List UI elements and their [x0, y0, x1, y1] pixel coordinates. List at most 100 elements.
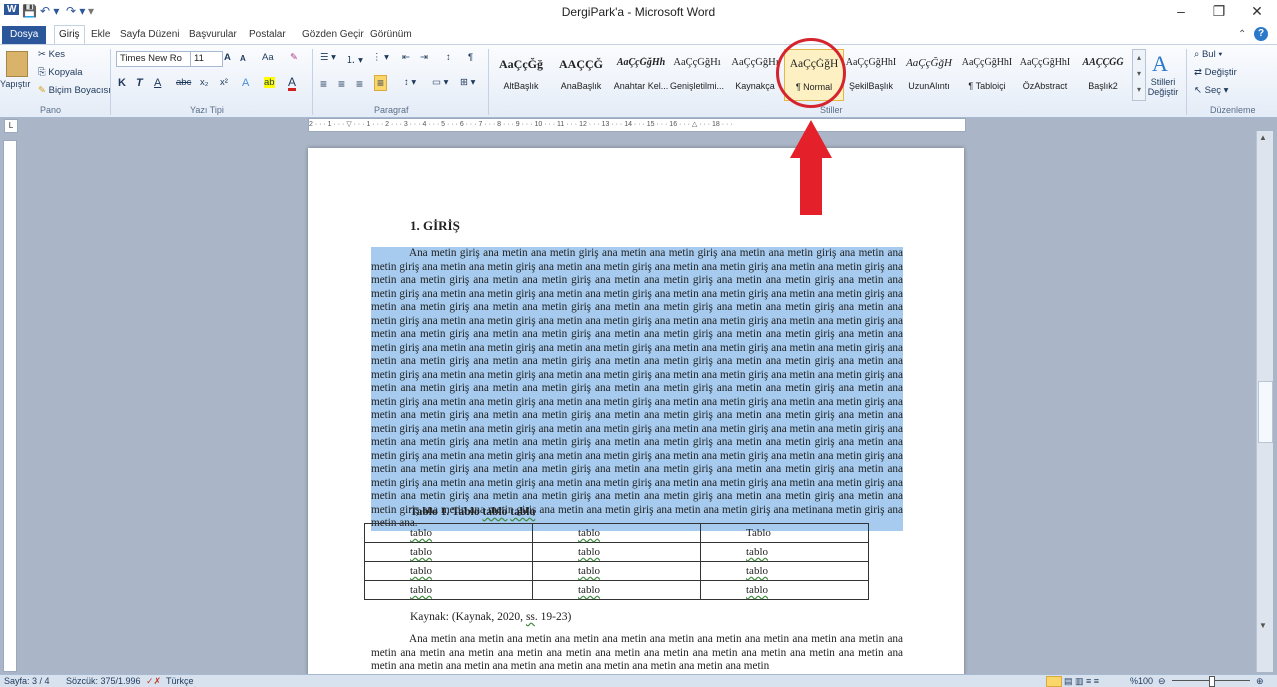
selected-paragraph[interactable]: Ana metin giriş ana metin ana metin giri… — [371, 247, 903, 531]
restore-button[interactable]: ❐ — [1204, 3, 1234, 23]
table-cell[interactable]: tablo — [532, 542, 701, 562]
zoom-slider-thumb[interactable] — [1209, 676, 1215, 687]
table-cell[interactable]: tablo — [532, 523, 701, 543]
view-mode-icons[interactable]: ▤ ▥ ≡ ≡ — [1064, 675, 1099, 687]
tab-ekle[interactable]: Ekle — [87, 26, 114, 44]
document-page[interactable]: 1. GİRİŞ Ana metin giriş ana metin ana m… — [308, 148, 964, 678]
shrink-font-icon[interactable]: A — [240, 54, 246, 63]
line-spacing-icon[interactable]: ↕ ▾ — [404, 77, 416, 88]
style-ozabstract[interactable]: AaÇçĞğHhI ÖzAbstract — [1016, 49, 1074, 99]
font-color-icon[interactable]: A — [288, 75, 296, 89]
horizontal-ruler[interactable]: 2 · · · 1 · · · ▽ · · · 1 · · · 2 · · · … — [308, 118, 966, 132]
table-cell[interactable]: tablo — [364, 523, 533, 543]
caption-word: tablo — [510, 506, 536, 518]
style-anabaslik[interactable]: AAÇÇĞ AnaBaşlık — [552, 49, 610, 99]
print-layout-icon[interactable] — [1046, 676, 1062, 687]
replace-button[interactable]: ⇄ Değiştir — [1194, 67, 1237, 78]
underline-icon[interactable]: A — [154, 77, 161, 89]
style-uzunalinti[interactable]: AaÇçĞğH UzunAlıntı — [900, 49, 958, 99]
font-family-select[interactable]: Times New Ro — [116, 51, 191, 67]
style-altbaslik[interactable]: AaÇçĞğ AltBaşlık — [492, 49, 550, 99]
align-center-icon[interactable]: ≡ — [338, 77, 345, 91]
scroll-up-icon[interactable]: ▲ — [1259, 133, 1267, 142]
pilcrow-icon[interactable]: ¶ — [468, 52, 473, 63]
table-cell[interactable]: tablo — [532, 561, 701, 581]
change-styles-icon[interactable]: A — [1152, 51, 1168, 77]
sort-icon[interactable]: ↕ — [446, 52, 451, 63]
zoom-in-icon[interactable]: ⊕ — [1256, 675, 1264, 687]
bullets-icon[interactable]: ☰ ▾ — [320, 52, 336, 63]
close-button[interactable]: ✕ — [1242, 3, 1272, 23]
align-left-icon[interactable]: ≡ — [320, 77, 327, 91]
table-cell[interactable]: Tablo — [700, 523, 869, 543]
table-cell[interactable]: tablo — [700, 580, 869, 600]
table-source[interactable]: Kaynak: (Kaynak, 2020, ss. 19-23) — [410, 611, 571, 623]
word-count[interactable]: Sözcük: 375/1.996 — [66, 675, 141, 687]
style-genisletilmis[interactable]: AaÇçĞğHı Genişletilmi... — [668, 49, 726, 99]
tab-sayfa-duzeni[interactable]: Sayfa Düzeni — [116, 26, 183, 44]
scroll-down-icon[interactable]: ▼ — [1259, 621, 1267, 630]
style-anahtar-kel[interactable]: AaÇçĞğHh Anahtar Kel... — [612, 49, 670, 99]
table-cell[interactable]: tablo — [700, 561, 869, 581]
vertical-scrollbar[interactable]: ▲ ▼ — [1256, 131, 1273, 672]
decrease-indent-icon[interactable]: ⇤ — [402, 52, 410, 63]
tab-gorunum[interactable]: Görünüm — [366, 26, 416, 44]
font-size-select[interactable]: 11 — [190, 51, 223, 67]
find-button[interactable]: ⌕ Bul ▾ — [1194, 49, 1222, 60]
body-paragraph[interactable]: Ana metin ana metin ana metin ana metin … — [371, 633, 903, 674]
increase-indent-icon[interactable]: ⇥ — [420, 52, 428, 63]
tab-giris[interactable]: Giriş — [54, 25, 85, 44]
vertical-ruler[interactable] — [3, 140, 17, 672]
language[interactable]: Türkçe — [166, 675, 194, 687]
tab-selector[interactable]: L — [4, 119, 18, 133]
table-caption[interactable]: Tablo 1. Tablo tablo tablo — [410, 506, 535, 518]
styles-gallery-scroll[interactable]: ▴ ▾ ▾ — [1132, 49, 1146, 101]
borders-icon[interactable]: ⊞ ▾ — [460, 77, 475, 88]
paste-button[interactable]: Yapıştır — [0, 79, 30, 89]
minimize-button[interactable]: – — [1166, 3, 1196, 23]
style-sekilbaslik[interactable]: AaÇçĞğHhI ŞekilBaşlık — [842, 49, 900, 99]
cut-button[interactable]: ✂ Kes — [38, 49, 65, 60]
align-right-icon[interactable]: ≡ — [356, 77, 363, 91]
scrollbar-thumb[interactable] — [1258, 381, 1273, 443]
clear-format-icon[interactable]: ✎ — [290, 52, 298, 63]
tab-dosya[interactable]: Dosya — [2, 26, 47, 44]
copy-button[interactable]: ⎘ Kopyala — [38, 67, 83, 78]
multilevel-list-icon[interactable]: ⋮ ▾ — [372, 52, 389, 63]
collapse-ribbon-icon[interactable]: ⌃ — [1238, 29, 1246, 40]
section-heading[interactable]: 1. GİRİŞ — [410, 218, 460, 234]
table-cell[interactable]: tablo — [364, 542, 533, 562]
style-baslik2[interactable]: AAÇÇĞĞ Başlık2 — [1074, 49, 1132, 99]
superscript-icon[interactable]: x² — [220, 77, 228, 88]
select-button[interactable]: ↖ Seç ▾ — [1194, 85, 1228, 96]
help-icon[interactable]: ? — [1254, 27, 1268, 41]
zoom-out-icon[interactable]: ⊖ — [1158, 675, 1166, 687]
style-tabloici[interactable]: AaÇçĞğHhI ¶ Tabloiçi — [958, 49, 1016, 99]
table-cell[interactable]: tablo — [364, 580, 533, 600]
page-count[interactable]: Sayfa: 3 / 4 — [4, 675, 50, 687]
highlight-icon[interactable]: ab — [264, 77, 275, 88]
format-painter-button[interactable]: ✎ Biçim Boyacısı — [38, 85, 111, 96]
table-cell[interactable]: tablo — [532, 580, 701, 600]
tab-basvurular[interactable]: Başvurular — [185, 26, 241, 44]
grow-font-icon[interactable]: A — [224, 52, 231, 63]
change-styles-button[interactable]: Stilleri Değiştir — [1146, 77, 1180, 97]
table-cell[interactable]: tablo — [700, 542, 869, 562]
paste-icon[interactable] — [6, 51, 28, 77]
table-cell[interactable]: tablo — [364, 561, 533, 581]
text-effects-icon[interactable]: A — [242, 77, 249, 89]
proofing-icon[interactable]: ✓✗ — [146, 675, 161, 687]
document-table[interactable]: tablo tablo Tablo tablo tablo tablo tabl… — [364, 523, 869, 600]
subscript-icon[interactable]: x₂ — [200, 77, 208, 88]
zoom-level[interactable]: %100 — [1130, 675, 1153, 687]
strikethrough-icon[interactable]: abc — [176, 77, 191, 88]
justify-icon[interactable]: ≡ — [374, 75, 388, 91]
tab-postalar[interactable]: Postalar — [245, 26, 290, 44]
style-name: Başlık2 — [1088, 81, 1118, 91]
numbering-icon[interactable]: ⒈ ▾ — [346, 52, 363, 66]
shading-icon[interactable]: ▭ ▾ — [432, 77, 448, 88]
tab-gozden-gecir[interactable]: Gözden Geçir — [298, 26, 368, 44]
italic-icon[interactable]: T — [136, 77, 143, 89]
bold-icon[interactable]: K — [118, 77, 126, 89]
change-case-icon[interactable]: Aa — [262, 52, 274, 63]
